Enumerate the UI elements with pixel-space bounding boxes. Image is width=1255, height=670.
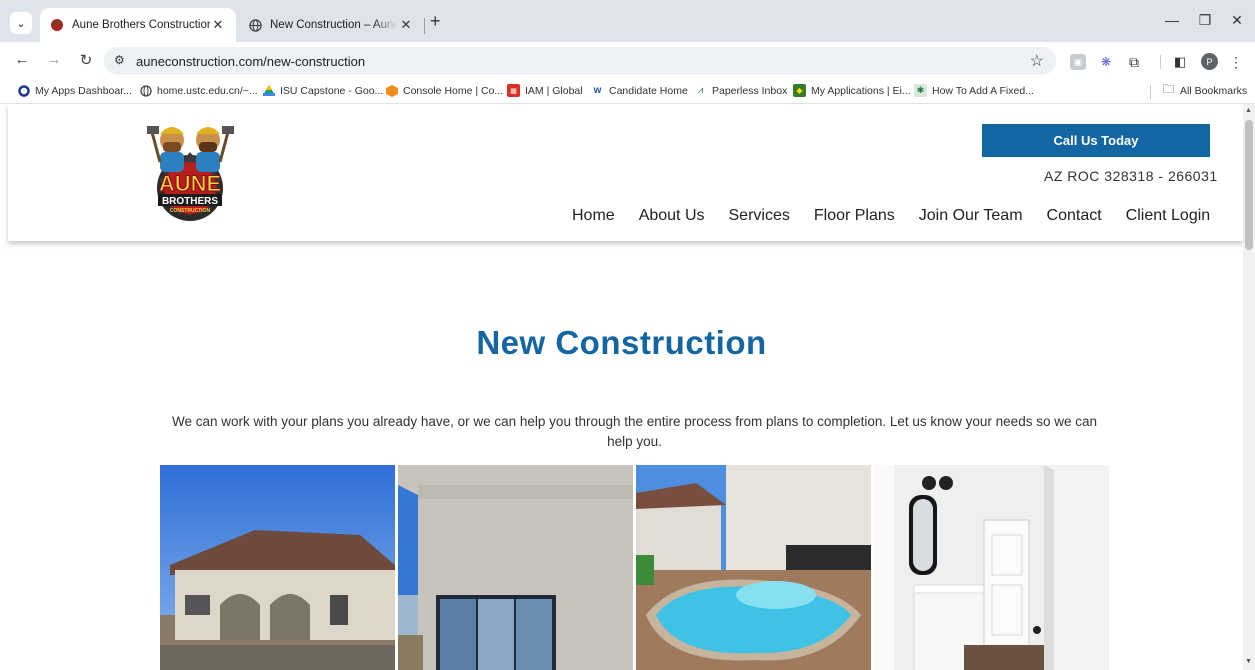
extension-snowflake-icon[interactable]: ❋ — [1098, 54, 1114, 70]
bookmark-item[interactable]: w Candidate Home — [591, 84, 688, 97]
bookmark-star-icon[interactable]: ☆ — [1030, 51, 1044, 71]
window-close-icon[interactable]: ✕ — [1222, 12, 1252, 29]
bookmark-item[interactable]: My Apps Dashboar... — [17, 84, 132, 97]
back-icon[interactable]: ← — [12, 51, 32, 68]
bookmark-label: IAM | Global — [525, 84, 583, 97]
bookmark-label: How To Add A Fixed... — [932, 84, 1034, 97]
tab-title: New Construction – Aune Cons — [270, 19, 398, 31]
bookmark-item[interactable]: ▦ IAM | Global — [507, 84, 583, 97]
bookmark-item[interactable]: ISU Capstone - Goo... — [262, 84, 383, 97]
aws-icon — [385, 84, 398, 97]
svg-text:BROTHERS: BROTHERS — [162, 196, 218, 207]
bookmark-label: All Bookmarks — [1180, 84, 1248, 97]
web-page: AUNE BROTHERS CONSTRUCTION Call Us Today… — [0, 104, 1243, 670]
gallery-photo-bathroom[interactable] — [874, 465, 1109, 670]
aune-brothers-logo[interactable]: AUNE BROTHERS CONSTRUCTION — [138, 112, 242, 224]
chevron-down-icon: ⌄ — [16, 17, 26, 30]
profile-avatar[interactable]: P — [1201, 53, 1218, 70]
bookmark-label: ISU Capstone - Goo... — [280, 84, 384, 97]
page-title: New Construction — [476, 324, 767, 361]
iam-icon: ▦ — [507, 84, 520, 97]
extensions-puzzle-icon[interactable]: ⧉ — [1126, 54, 1142, 70]
scrollbar-thumb[interactable] — [1245, 120, 1253, 250]
bookmark-label: Candidate Home — [609, 84, 688, 97]
toolbar-separator — [1160, 55, 1161, 69]
tab-search-button[interactable]: ⌄ — [10, 12, 32, 34]
aune-favicon-icon — [50, 18, 64, 32]
nav-about-us[interactable]: About Us — [639, 207, 705, 225]
bookmark-item[interactable]: ⩘ Paperless Inbox — [694, 84, 788, 97]
menu-kebab-icon[interactable]: ⋮ — [1228, 54, 1244, 70]
bookmark-icon: ✱ — [914, 84, 927, 97]
tab-separator — [424, 18, 425, 34]
svg-text:CONSTRUCTION: CONSTRUCTION — [170, 208, 211, 214]
bookmark-label: My Apps Dashboar... — [35, 84, 132, 97]
nav-join-our-team[interactable]: Join Our Team — [919, 207, 1023, 225]
bookmarks-separator — [1150, 85, 1151, 99]
gallery-photo-backyard-pool[interactable] — [636, 465, 871, 670]
bookmark-label: home.ustc.edu.cn/~... — [157, 84, 258, 97]
globe-icon — [139, 84, 152, 97]
workday-icon: w — [593, 85, 602, 96]
tab-new-construction[interactable]: New Construction – Aune Cons ✕ — [238, 8, 424, 42]
restore-icon[interactable]: ❐ — [1190, 12, 1220, 29]
gallery-photo-stucco-wall[interactable] — [398, 465, 633, 670]
bookmark-item[interactable]: ◆ My Applications | Ei... — [793, 84, 911, 97]
browser-toolbar: ← → ↻ ⚙ auneconstruction.com/new-constru… — [0, 42, 1255, 80]
tab-aune-brothers[interactable]: Aune Brothers Construction ✕ — [40, 8, 236, 42]
bookmark-label: My Applications | Ei... — [811, 84, 911, 97]
address-bar[interactable]: ⚙ auneconstruction.com/new-construction … — [104, 47, 1056, 75]
globe-icon — [248, 18, 262, 32]
side-panel-icon[interactable]: ◧ — [1172, 54, 1188, 70]
bookmark-label: Console Home | Co... — [403, 84, 504, 97]
minimize-icon[interactable]: — — [1157, 12, 1187, 28]
drive-icon — [262, 84, 275, 97]
site-info-icon[interactable]: ⚙ — [114, 53, 125, 67]
nav-services[interactable]: Services — [729, 207, 790, 225]
call-us-button[interactable]: Call Us Today — [982, 124, 1210, 157]
nav-floor-plans[interactable]: Floor Plans — [814, 207, 895, 225]
bookmarks-bar: My Apps Dashboar... home.ustc.edu.cn/~..… — [0, 80, 1255, 104]
scroll-up-icon[interactable]: ▲ — [1245, 107, 1252, 114]
scroll-down-icon[interactable]: ▼ — [1245, 658, 1252, 665]
nav-client-login[interactable]: Client Login — [1126, 207, 1211, 225]
nav-contact[interactable]: Contact — [1047, 207, 1102, 225]
tab-title: Aune Brothers Construction — [72, 19, 210, 31]
bookmark-item[interactable]: Console Home | Co... — [385, 84, 503, 97]
nav-home[interactable]: Home — [572, 207, 615, 225]
deere-icon: ◆ — [793, 84, 806, 97]
tab-strip: ⌄ Aune Brothers Construction ✕ New Const… — [0, 0, 1255, 42]
close-tab-icon[interactable]: ✕ — [398, 17, 414, 33]
main-nav: Home About Us Services Floor Plans Join … — [572, 207, 1210, 225]
bookmark-item[interactable]: ✱ How To Add A Fixed... — [914, 84, 1034, 97]
reload-icon[interactable]: ↻ — [76, 51, 96, 69]
page-scrollbar[interactable]: ▲ ▼ — [1243, 104, 1255, 670]
photo-gallery — [160, 465, 1109, 670]
circle-icon — [17, 84, 30, 97]
bookmark-item[interactable]: home.ustc.edu.cn/~... — [139, 84, 258, 97]
forward-icon[interactable]: → — [44, 51, 64, 68]
url-text[interactable]: auneconstruction.com/new-construction — [136, 54, 365, 69]
extension-icon[interactable]: ▣ — [1070, 54, 1086, 70]
all-bookmarks-button[interactable]: 🗀 All Bookmarks — [1162, 82, 1248, 97]
new-tab-button[interactable]: + — [430, 11, 441, 32]
bookmark-label: Paperless Inbox — [712, 84, 788, 97]
svg-text:AUNE: AUNE — [159, 171, 221, 196]
gallery-photo-house-exterior[interactable] — [160, 465, 395, 670]
intro-paragraph: We can work with your plans you already … — [171, 414, 1097, 449]
folder-icon: 🗀 — [1162, 82, 1175, 96]
paperless-icon: ⩘ — [697, 85, 704, 96]
close-tab-icon[interactable]: ✕ — [210, 17, 226, 33]
license-number: AZ ROC 328318 - 266031 — [1044, 168, 1218, 184]
site-header: AUNE BROTHERS CONSTRUCTION Call Us Today… — [8, 104, 1243, 241]
